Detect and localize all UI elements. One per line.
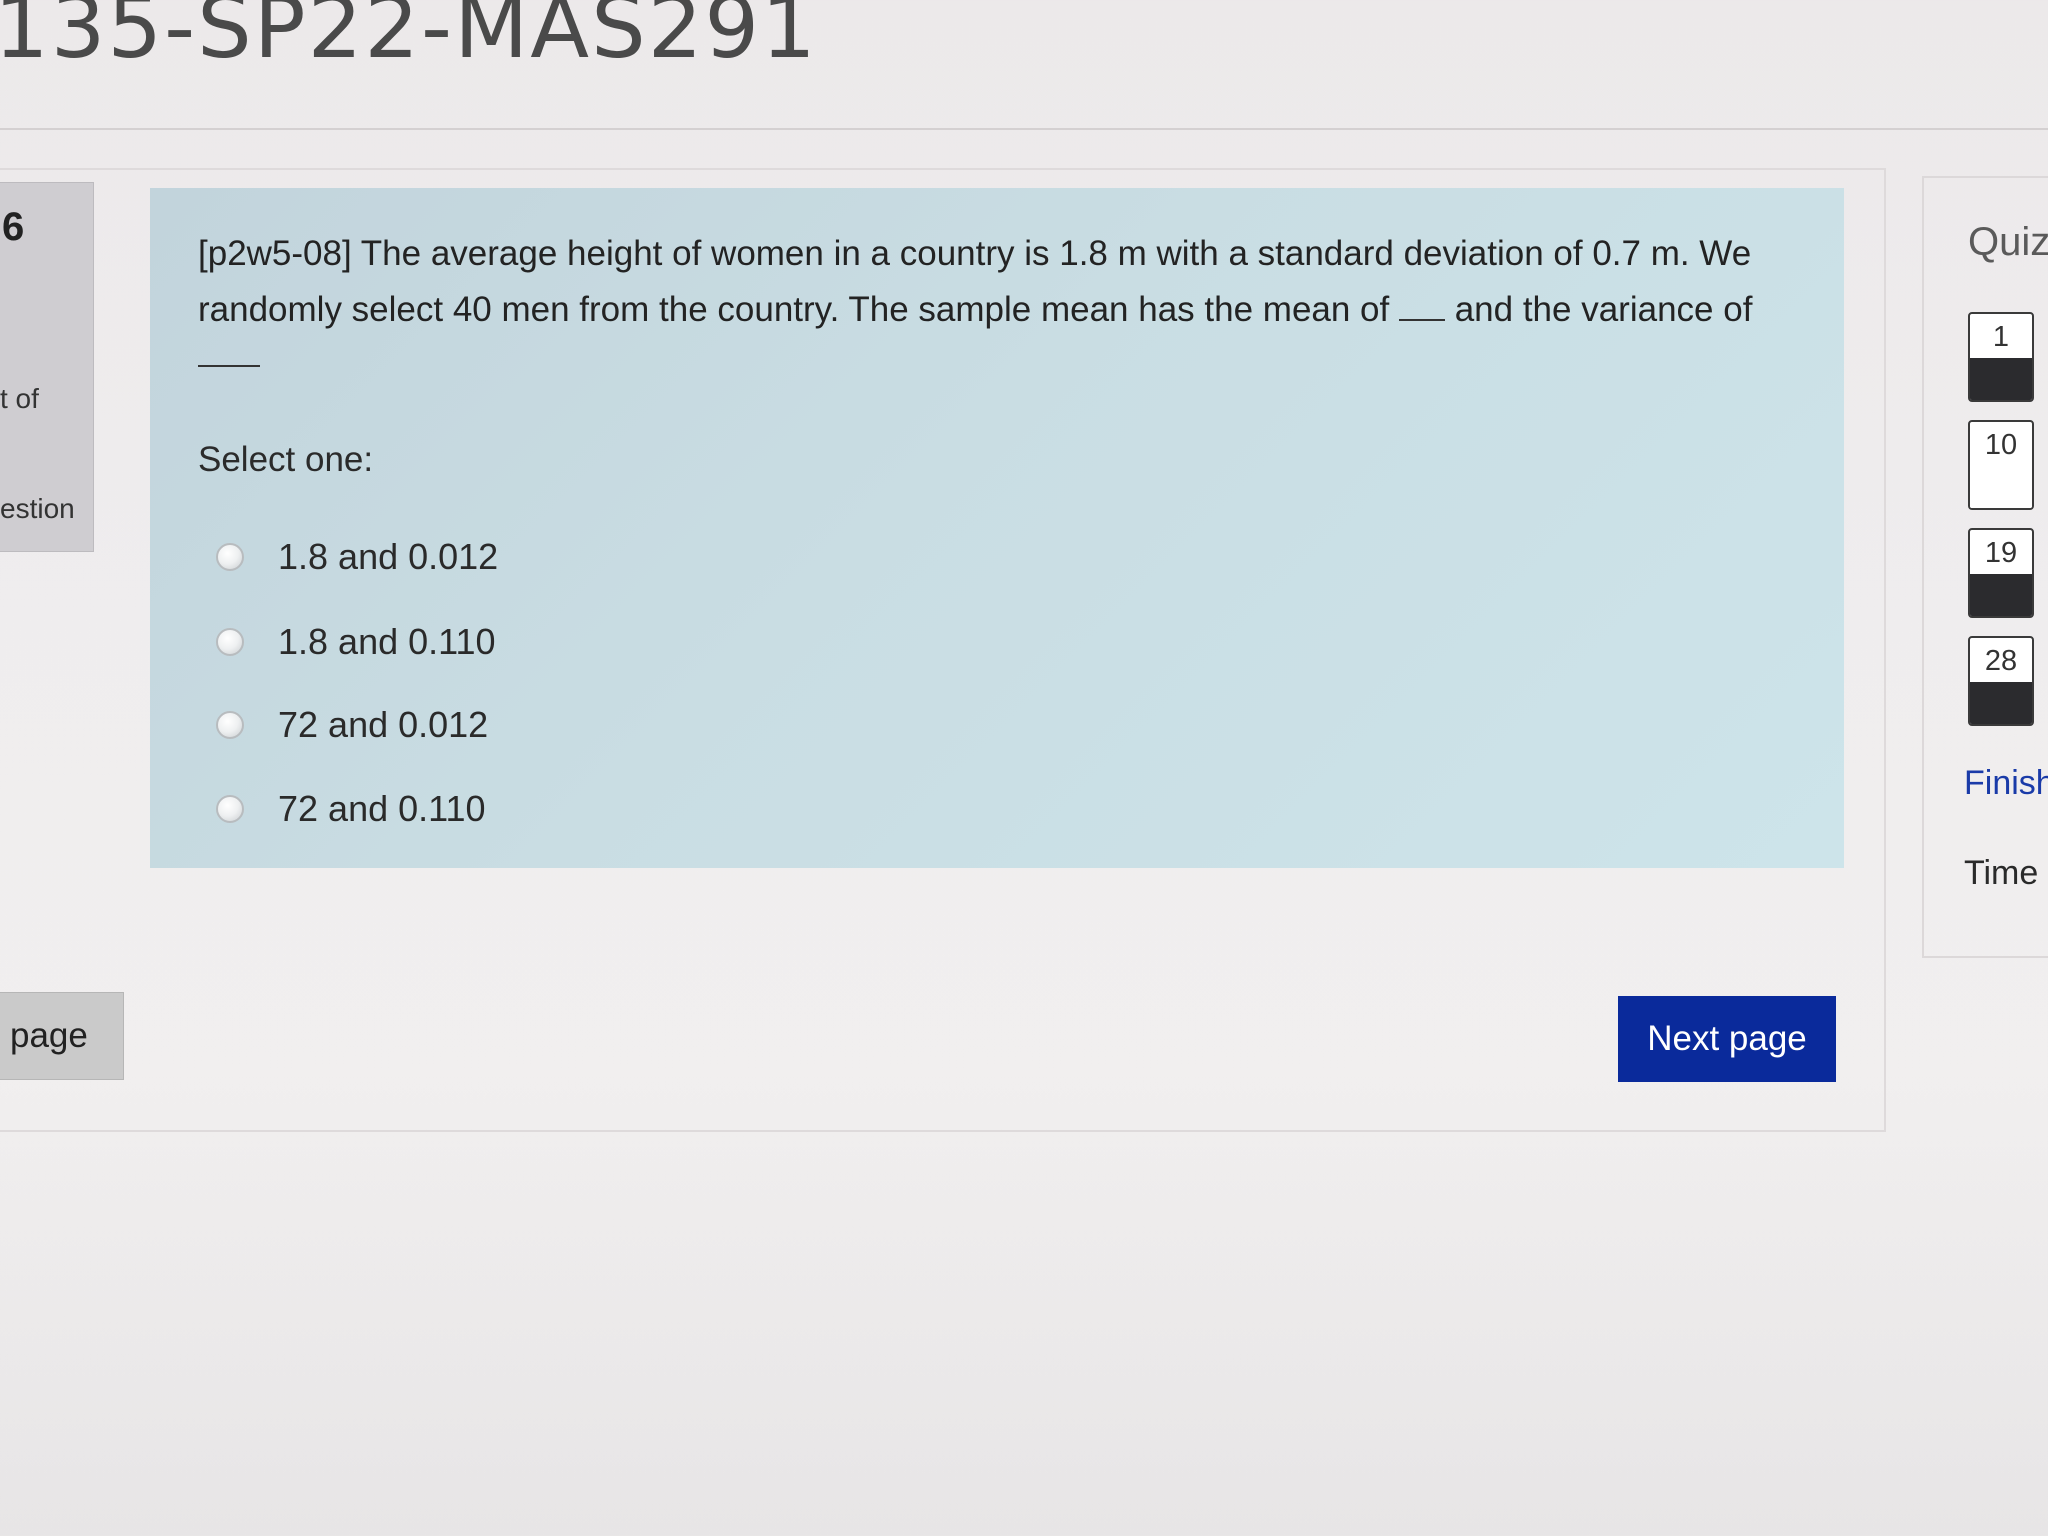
- quiz-nav-button-10[interactable]: 10: [1968, 420, 2034, 510]
- answer-option-4[interactable]: 72 and 0.110: [216, 784, 486, 834]
- quiz-nav-number: 28: [1984, 645, 2018, 677]
- answered-status: [1970, 358, 2032, 400]
- answer-option-label: 72 and 0.012: [278, 704, 489, 745]
- answer-option-label: 1.8 and 0.110: [278, 621, 496, 662]
- answer-option-label: 72 and 0.110: [278, 788, 486, 829]
- course-title: 135-SP22-MAS291: [0, 0, 818, 78]
- radio-button[interactable]: [216, 628, 244, 656]
- radio-button[interactable]: [216, 543, 244, 571]
- finish-attempt-link[interactable]: Finish: [1964, 764, 2048, 803]
- quiz-nav-button-19[interactable]: 19: [1968, 528, 2034, 618]
- title-divider: [0, 128, 2048, 130]
- radio-button[interactable]: [216, 711, 244, 739]
- answer-option-1[interactable]: 1.8 and 0.012: [216, 532, 498, 582]
- answered-status: [1970, 574, 2032, 616]
- select-one-label: Select one:: [198, 440, 374, 479]
- quiz-nav-number: 19: [1984, 537, 2018, 569]
- answer-option-3[interactable]: 72 and 0.012: [216, 700, 488, 750]
- time-left-label: Time l: [1964, 854, 2048, 892]
- quiz-navigation-title: Quiz: [1968, 220, 2048, 264]
- quiz-nav-button-1[interactable]: 1: [1968, 312, 2034, 402]
- next-page-button[interactable]: Next page: [1618, 996, 1836, 1082]
- question-content: [p2w5-08] The average height of women in…: [150, 188, 1844, 868]
- quiz-nav-button-28[interactable]: 28: [1968, 636, 2034, 726]
- question-info-panel: 6 t of estion: [0, 182, 94, 552]
- answer-option-label: 1.8 and 0.012: [278, 536, 499, 577]
- unanswered-status: [1970, 466, 2032, 508]
- question-text-part2: and the variance of: [1444, 290, 1753, 329]
- quiz-nav-number: 10: [1984, 429, 2018, 461]
- radio-button[interactable]: [216, 795, 244, 823]
- previous-page-button[interactable]: page: [0, 992, 124, 1080]
- answer-blank-2: [198, 365, 260, 367]
- question-text: [p2w5-08] The average height of women in…: [198, 226, 1818, 338]
- question-marks-text: t of: [0, 383, 39, 414]
- quiz-navigation-block: Quiz 1 10 19 28 Finish Time l: [1922, 176, 2048, 958]
- answer-option-2[interactable]: 1.8 and 0.110: [216, 617, 496, 667]
- quiz-nav-number: 1: [1992, 321, 2010, 353]
- answered-status: [1970, 682, 2032, 724]
- question-number: 6: [2, 205, 25, 249]
- answer-blank: [1398, 289, 1445, 321]
- flag-question-link[interactable]: estion: [0, 493, 75, 525]
